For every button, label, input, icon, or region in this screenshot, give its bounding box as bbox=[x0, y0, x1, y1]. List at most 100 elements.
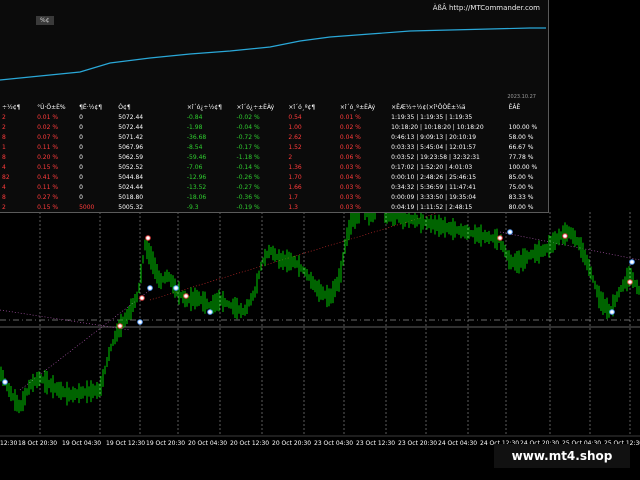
table-cell: 0.20 % bbox=[37, 154, 59, 161]
table-cell: 0:34:32 | 5:36:59 | 11:47:41 bbox=[391, 184, 477, 191]
x-axis-label: 20 Oct 20:30 bbox=[272, 440, 312, 447]
column-header: ÷½¢¶ bbox=[2, 104, 21, 111]
table-cell: -9.3 bbox=[186, 204, 199, 211]
equity-date: 2023.10.27 bbox=[507, 94, 536, 100]
trade-marker bbox=[183, 293, 189, 299]
table-cell: 0 bbox=[79, 124, 83, 131]
trade-marker bbox=[117, 323, 123, 329]
x-axis-label: 23 Oct 20:30 bbox=[398, 440, 438, 447]
table-row: 8 0.27 % 0 5018.80 -18.06 -0.36 % 1.7 0.03 % 0:0… bbox=[0, 193, 548, 203]
table-row: 2 0.01 % 0 5072.44 -0.84 -0.02 % 0.54 0.01 % 1:1… bbox=[0, 113, 548, 123]
table-cell: 0.03 % bbox=[339, 184, 361, 191]
table-cell: -0.36 % bbox=[236, 194, 260, 201]
table-cell: -0.02 % bbox=[236, 114, 260, 121]
table-cell: 1.00 bbox=[288, 124, 302, 131]
table-cell: 1.70 bbox=[288, 174, 302, 181]
table-cell: 5072.44 bbox=[118, 124, 144, 131]
table-cell: 8 bbox=[2, 154, 6, 161]
equity-curve bbox=[0, 27, 546, 81]
table-cell: 66.67 % bbox=[508, 144, 534, 151]
table-cell: 5018.80 bbox=[118, 194, 144, 201]
table-cell: 0.03 % bbox=[339, 204, 361, 211]
x-axis-label: 19 Oct 04:30 bbox=[62, 440, 102, 447]
table-cell: 2 bbox=[288, 154, 293, 161]
table-cell: 2 bbox=[2, 204, 6, 211]
trade-marker bbox=[173, 285, 179, 291]
table-cell: 5072.44 bbox=[118, 114, 144, 121]
table-cell: 5024.44 bbox=[118, 184, 144, 191]
table-cell: 0.02 % bbox=[37, 124, 59, 131]
trade-marker bbox=[627, 279, 633, 285]
x-axis-label: 19 Oct 20:30 bbox=[146, 440, 186, 447]
x-axis-label: 12:30 bbox=[0, 440, 18, 447]
column-header: °Ù·Ö±È% bbox=[37, 104, 66, 111]
table-cell: 5052.52 bbox=[118, 164, 144, 171]
table-cell: -0.84 bbox=[186, 114, 203, 121]
table-cell: 1.36 bbox=[288, 164, 302, 171]
table-cell: 100.00 % bbox=[508, 124, 538, 131]
table-cell: 1.66 bbox=[288, 184, 302, 191]
table-cell: 5067.96 bbox=[118, 144, 144, 151]
trade-marker bbox=[139, 295, 145, 301]
trade-marker bbox=[609, 309, 615, 315]
table-cell: -1.98 bbox=[186, 124, 203, 131]
column-header: ¶Ë·½¢¶ bbox=[79, 104, 103, 111]
table-cell: 0.11 % bbox=[37, 184, 59, 191]
table-cell: 0 bbox=[79, 144, 83, 151]
table-cell: 2.62 bbox=[288, 134, 302, 141]
table-cell: 0 bbox=[79, 134, 83, 141]
table-body: 2 0.01 % 0 5072.44 -0.84 -0.02 % 0.54 0.01 % 1:1… bbox=[0, 113, 548, 212]
table-cell: 0.02 % bbox=[339, 124, 361, 131]
table-cell: -0.26 % bbox=[236, 174, 260, 181]
table-cell: 0.07 % bbox=[37, 134, 59, 141]
table-cell: 75.00 % bbox=[508, 184, 534, 191]
table-cell: -0.27 % bbox=[236, 184, 260, 191]
x-axis-label: 23 Oct 12:30 bbox=[356, 440, 396, 447]
table-cell: -0.72 % bbox=[236, 134, 260, 141]
table-cell: 5000 bbox=[79, 204, 95, 211]
table-row: 4 0.11 % 0 5024.44 -13.52 -0.27 % 1.66 0.03 % 0:… bbox=[0, 183, 548, 193]
table-row: 1 0.11 % 0 5067.96 -8.54 -0.17 % 1.52 0.02 % 0:0… bbox=[0, 143, 548, 153]
table-cell bbox=[507, 113, 548, 123]
trade-marker bbox=[145, 235, 151, 241]
column-header: ×î´ó¸º¢¶ bbox=[288, 104, 316, 111]
table-cell: 0 bbox=[79, 194, 83, 201]
table-row: 8 0.07 % 0 5071.42 -36.68 -0.72 % 2.62 0.04 % 0:… bbox=[0, 133, 548, 143]
table-cell: -7.06 bbox=[186, 164, 203, 171]
table-cell: 82 bbox=[2, 174, 10, 181]
table-cell: 0:00:10 | 2:48:26 | 25:46:15 bbox=[391, 174, 477, 181]
table-cell: -0.19 % bbox=[236, 204, 260, 211]
table-cell: 0.15 % bbox=[37, 164, 59, 171]
table-cell: 5005.32 bbox=[118, 204, 144, 211]
table-cell: 0.11 % bbox=[37, 144, 59, 151]
table-cell: -0.14 % bbox=[236, 164, 260, 171]
x-axis-label: 20 Oct 04:30 bbox=[188, 440, 228, 447]
table-cell: 0:00:09 | 3:33:50 | 19:35:04 bbox=[391, 194, 477, 201]
column-header: ×î´ó¿÷±ÈÀý bbox=[236, 104, 275, 111]
table-cell: 0:03:52 | 19:23:58 | 32:32:31 bbox=[391, 154, 480, 161]
table-header: ÷½¢¶ °Ù·Ö±È% ¶Ë·½¢¶ Ó¢¶ ×î´ó¿÷½¢¶ ×î´ó¿÷±ÈÀý ×… bbox=[0, 103, 548, 113]
table-cell: 10:18:20 | 10:18:20 | 10:18:20 bbox=[391, 124, 484, 131]
table-cell: 1 bbox=[2, 144, 6, 151]
column-header: ×î´ó¿÷½¢¶ bbox=[186, 104, 222, 111]
column-header: ÊÂÊ bbox=[508, 104, 521, 111]
table-cell: 0.54 bbox=[288, 114, 302, 121]
table-cell: 1.7 bbox=[288, 194, 298, 201]
table-cell: 0 bbox=[79, 114, 83, 121]
mtcommander-link[interactable]: ÀßÂ http://MTCommander.com bbox=[433, 4, 540, 12]
x-axis-label: 20 Oct 12:30 bbox=[230, 440, 270, 447]
results-panel: %¢ ÀßÂ http://MTCommander.com 2023.10.27… bbox=[0, 0, 549, 213]
table-cell: 0.27 % bbox=[37, 194, 59, 201]
table-cell: -1.18 % bbox=[236, 154, 260, 161]
table-cell: -12.96 bbox=[186, 174, 207, 181]
table-cell: 0:03:33 | 5:45:04 | 12:01:57 bbox=[391, 144, 477, 151]
table-row: 82 0.41 % 0 5044.84 -12.96 -0.26 % 1.70 0.04 % 0… bbox=[0, 173, 548, 183]
table-cell: -8.54 bbox=[186, 144, 203, 151]
table-cell: 77.78 % bbox=[508, 154, 534, 161]
table-cell: 0:04:19 | 1:11:52 | 2:48:15 bbox=[391, 204, 473, 211]
table-cell: -0.17 % bbox=[236, 144, 260, 151]
table-cell: 8 bbox=[2, 134, 6, 141]
table-cell: 85.00 % bbox=[508, 174, 534, 181]
column-header: ×ÊÆ½÷½¢(×î¹ÖÒÊ±¼ä bbox=[391, 104, 466, 111]
table-row: 2 0.15 % 5000 5005.32 -9.3 -0.19 % 1.3 0.03 % 0:… bbox=[0, 203, 548, 212]
